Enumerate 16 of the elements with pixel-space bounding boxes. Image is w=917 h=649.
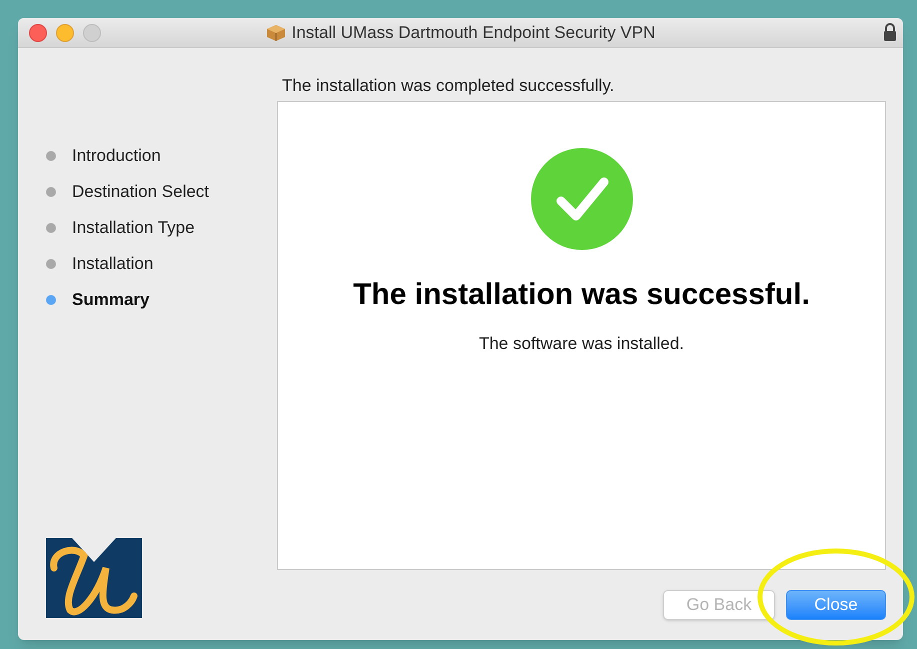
minimize-window-button[interactable] <box>56 24 74 42</box>
step-label: Destination Select <box>72 181 210 204</box>
close-window-button[interactable] <box>29 24 47 42</box>
logo-icon <box>46 538 142 618</box>
step-label: Introduction <box>72 145 161 168</box>
step-label: Summary <box>72 289 150 312</box>
window-title: Install UMass Dartmouth Endpoint Security VPN <box>292 22 656 44</box>
completion-heading: The installation was completed successfully. <box>281 75 616 97</box>
package-icon <box>266 24 286 42</box>
checkmark-icon <box>530 148 632 250</box>
default-button[interactable]: Close <box>786 590 886 620</box>
step-label: Installation <box>72 253 154 276</box>
success-title: The installation was successful. <box>353 277 810 313</box>
step-label: Installation Type <box>72 217 195 240</box>
success-message: The software was installed. <box>478 333 684 355</box>
lock-icon <box>883 23 897 42</box>
